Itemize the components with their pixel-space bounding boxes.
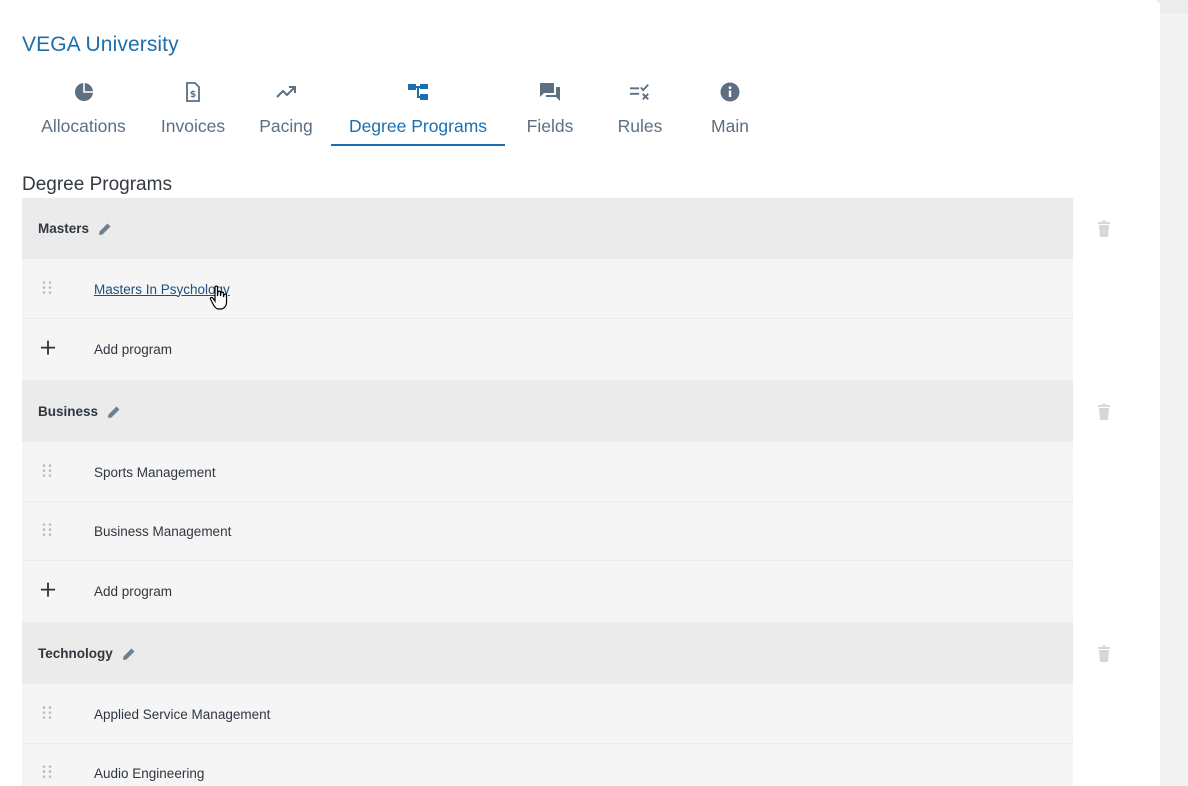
tab-main[interactable]: Main	[710, 78, 750, 146]
section-title: Degree Programs	[22, 174, 172, 195]
group-header-business: Business	[22, 381, 1073, 443]
tab-rules[interactable]: Rules	[617, 78, 663, 146]
plus-icon[interactable]	[40, 581, 56, 597]
drag-handle-icon[interactable]	[42, 464, 52, 478]
group-name: Technology	[38, 646, 113, 661]
drag-handle-icon[interactable]	[42, 523, 52, 537]
trash-icon[interactable]	[1097, 645, 1113, 663]
invoice-dollar-icon: $	[182, 81, 204, 103]
add-program-row[interactable]: Add program	[22, 561, 1073, 623]
trash-icon[interactable]	[1097, 403, 1113, 421]
rule-check-icon	[629, 81, 651, 103]
list-item: Business Management	[22, 502, 1073, 561]
tab-label: Degree Programs	[348, 116, 488, 136]
svg-text:$: $	[190, 90, 196, 100]
list-item: Applied Service Management	[22, 685, 1073, 744]
program-name: Sports Management	[94, 464, 216, 480]
tab-label: Rules	[617, 116, 663, 136]
hierarchy-icon	[407, 81, 429, 103]
tab-pacing[interactable]: Pacing	[259, 78, 313, 146]
add-program-button[interactable]: Add program	[94, 584, 172, 599]
tab-label: Pacing	[259, 116, 313, 136]
trash-icon[interactable]	[1097, 220, 1113, 238]
chat-bubbles-icon	[539, 81, 561, 103]
tab-allocations[interactable]: Allocations	[38, 78, 129, 146]
list-item: Audio Engineering	[22, 744, 1073, 786]
tab-degree-programs[interactable]: Degree Programs	[331, 78, 505, 146]
trending-up-icon	[275, 81, 297, 103]
list-item: Sports Management	[22, 443, 1073, 502]
group-name: Business	[38, 404, 99, 419]
group-header-masters: Masters	[22, 198, 1073, 260]
tab-label: Allocations	[41, 116, 126, 136]
program-name: Applied Service Management	[94, 706, 271, 722]
drag-handle-icon[interactable]	[42, 706, 52, 720]
tab-label: Fields	[526, 116, 574, 136]
program-name: Audio Engineering	[94, 765, 205, 781]
program-link[interactable]: Masters In Psychology	[94, 282, 230, 297]
degree-program-list: Masters Masters In Psychology Add progra…	[22, 198, 1073, 786]
list-item: Masters In Psychology	[22, 260, 1073, 319]
pencil-icon[interactable]	[106, 404, 122, 420]
app-title: VEGA University	[22, 33, 179, 56]
group-header-technology: Technology	[22, 623, 1073, 685]
info-circle-icon	[719, 81, 741, 103]
tab-invoices[interactable]: $ Invoices	[161, 78, 225, 146]
app-page: VEGA University Allocations $ Invoices P…	[0, 0, 1160, 786]
program-name: Business Management	[94, 523, 232, 539]
plus-icon[interactable]	[40, 339, 56, 355]
pencil-icon[interactable]	[97, 221, 113, 237]
add-program-button[interactable]: Add program	[94, 342, 172, 357]
drag-handle-icon[interactable]	[42, 765, 52, 779]
window-edge	[1160, 14, 1188, 786]
add-program-row[interactable]: Add program	[22, 319, 1073, 381]
pencil-icon[interactable]	[121, 646, 137, 662]
group-name: Masters	[38, 221, 90, 236]
tab-fields[interactable]: Fields	[526, 78, 574, 146]
tab-label: Invoices	[160, 116, 226, 136]
tab-label: Main	[711, 116, 749, 136]
pie-chart-icon	[73, 81, 95, 103]
drag-handle-icon[interactable]	[42, 281, 52, 295]
